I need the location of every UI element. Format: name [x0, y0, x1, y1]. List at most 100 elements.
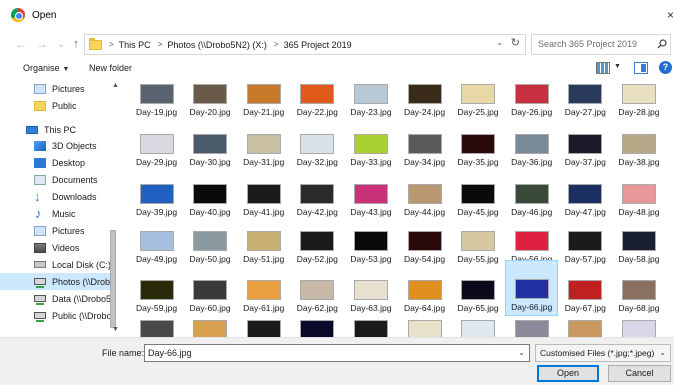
image-thumbnail[interactable]	[621, 320, 656, 337]
file-name: Day-59.jpg	[135, 303, 178, 313]
organise-button[interactable]: Organise ▼	[23, 63, 69, 73]
nav-item[interactable]: Music	[0, 205, 110, 222]
image-thumbnail[interactable]	[139, 320, 174, 337]
file-item[interactable]: Day-33.jpg	[344, 114, 397, 170]
nav-item[interactable]: Desktop	[0, 154, 110, 171]
nav-item[interactable]: Videos	[0, 239, 110, 256]
recent-locations-chevron-icon[interactable]: ⌄	[54, 36, 68, 52]
change-view-icon[interactable]	[596, 62, 610, 74]
scroll-down-icon[interactable]: ▼	[112, 326, 119, 333]
file-item[interactable]: Day-55.jpg	[452, 211, 505, 267]
file-item[interactable]: Day-37.jpg	[559, 114, 612, 170]
image-thumbnail	[568, 84, 603, 104]
breadcrumb-separator: >	[273, 40, 279, 49]
network-drive-icon	[34, 295, 46, 305]
address-dropdown-icon[interactable]: ⌄	[496, 38, 503, 47]
file-item[interactable]: Day-30.jpg	[184, 114, 237, 170]
image-thumbnail	[568, 231, 603, 251]
file-name-dropdown-icon[interactable]: ⌄	[518, 345, 525, 361]
search-input[interactable]: Search 365 Project 2019	[531, 34, 671, 55]
image-thumbnail[interactable]	[353, 320, 388, 337]
file-item[interactable]: Day-60.jpg	[184, 260, 237, 316]
file-item[interactable]: Day-64.jpg	[398, 260, 451, 316]
forward-arrow-icon[interactable]: →	[35, 36, 49, 52]
view-options-caret-icon[interactable]: ▼	[614, 63, 621, 70]
close-icon[interactable]: ×	[664, 8, 674, 22]
file-item[interactable]: Day-68.jpg	[612, 260, 665, 316]
help-icon[interactable]: ?	[659, 61, 672, 74]
file-item[interactable]: Day-29.jpg	[130, 114, 183, 170]
file-item[interactable]: Day-38.jpg	[612, 114, 665, 170]
breadcrumb-365-project[interactable]: 365 Project 2019	[284, 40, 352, 50]
file-type-value: Customised Files (*.jpg;*.jpeg)	[540, 348, 655, 358]
preview-pane-icon[interactable]	[634, 62, 648, 74]
nav-item[interactable]: Public (\\Drobo5	[0, 307, 110, 324]
image-thumbnail[interactable]	[461, 320, 496, 337]
file-item[interactable]: Day-34.jpg	[398, 114, 451, 170]
nav-item[interactable]: Downloads	[0, 188, 110, 205]
file-item[interactable]: Day-57.jpg	[559, 211, 612, 267]
image-thumbnail[interactable]	[300, 320, 335, 337]
file-item[interactable]: Day-32.jpg	[291, 114, 344, 170]
nav-item[interactable]: Local Disk (C:)	[0, 256, 110, 273]
this-pc-icon	[26, 125, 38, 134]
nav-item[interactable]: Data (\\Drobo5N	[0, 290, 110, 307]
new-folder-button[interactable]: New folder	[89, 63, 132, 73]
image-thumbnail	[139, 280, 174, 300]
back-arrow-icon[interactable]: ←	[14, 36, 28, 52]
nav-item[interactable]: Pictures	[0, 80, 110, 97]
file-item[interactable]: Day-61.jpg	[237, 260, 290, 316]
file-item[interactable]: Day-63.jpg	[344, 260, 397, 316]
scrollbar-thumb[interactable]	[110, 230, 116, 328]
file-item[interactable]: Day-65.jpg	[452, 260, 505, 316]
nav-item[interactable]: This PC	[0, 121, 110, 138]
search-placeholder: Search 365 Project 2019	[538, 39, 638, 49]
breadcrumb-photos-drive[interactable]: Photos (\\Drobo5N2) (X:)	[167, 40, 267, 50]
scroll-up-icon[interactable]: ▲	[112, 82, 119, 89]
nav-scrollbar[interactable]: ▲ ▼	[110, 80, 122, 337]
image-thumbnail	[461, 280, 496, 300]
address-bar[interactable]: > This PC > Photos (\\Drobo5N2) (X:) > 3…	[84, 34, 526, 55]
file-item[interactable]: Day-51.jpg	[237, 211, 290, 267]
image-thumbnail[interactable]	[193, 320, 228, 337]
file-item[interactable]: Day-56.jpg	[505, 211, 558, 267]
breadcrumb-separator: >	[157, 40, 163, 49]
file-item[interactable]: Day-54.jpg	[398, 211, 451, 267]
file-item[interactable]: Day-36.jpg	[505, 114, 558, 170]
image-thumbnail[interactable]	[246, 320, 281, 337]
image-thumbnail	[621, 280, 656, 300]
file-item[interactable]: Day-66.jpg	[505, 260, 559, 316]
up-arrow-icon[interactable]: ↑	[69, 36, 83, 52]
image-thumbnail	[300, 231, 335, 251]
nav-item[interactable]: Documents	[0, 171, 110, 188]
image-thumbnail[interactable]	[514, 320, 549, 337]
refresh-icon[interactable]: ↻	[511, 36, 520, 49]
file-item[interactable]: Day-35.jpg	[452, 114, 505, 170]
file-name-input[interactable]: Day-66.jpg ⌄	[144, 344, 530, 362]
file-item[interactable]: Day-53.jpg	[344, 211, 397, 267]
file-type-select[interactable]: Customised Files (*.jpg;*.jpeg) ⌄	[535, 344, 671, 362]
image-thumbnail	[514, 134, 549, 154]
image-thumbnail	[353, 184, 388, 204]
file-item[interactable]: Day-59.jpg	[130, 260, 183, 316]
file-item[interactable]: Day-52.jpg	[291, 211, 344, 267]
nav-item[interactable]: Photos (\\Drobo5N	[0, 273, 110, 290]
breadcrumb-this-pc[interactable]: This PC	[119, 40, 151, 50]
open-button[interactable]: Open	[537, 365, 599, 382]
file-item[interactable]: Day-67.jpg	[559, 260, 612, 316]
file-item[interactable]: Day-62.jpg	[291, 260, 344, 316]
file-item[interactable]: Day-49.jpg	[130, 211, 183, 267]
nav-item-label: Documents	[52, 174, 98, 185]
image-thumbnail[interactable]	[407, 320, 442, 337]
file-name: Day-64.jpg	[403, 303, 446, 313]
nav-item-label: Public	[52, 100, 77, 111]
file-item[interactable]: Day-50.jpg	[184, 211, 237, 267]
image-thumbnail	[514, 84, 549, 104]
image-thumbnail[interactable]	[568, 320, 603, 337]
nav-item[interactable]: 3D Objects	[0, 137, 110, 154]
nav-item[interactable]: Pictures	[0, 222, 110, 239]
file-item[interactable]: Day-31.jpg	[237, 114, 290, 170]
nav-item[interactable]: Public	[0, 97, 110, 114]
cancel-button[interactable]: Cancel	[608, 365, 671, 382]
file-item[interactable]: Day-58.jpg	[612, 211, 665, 267]
